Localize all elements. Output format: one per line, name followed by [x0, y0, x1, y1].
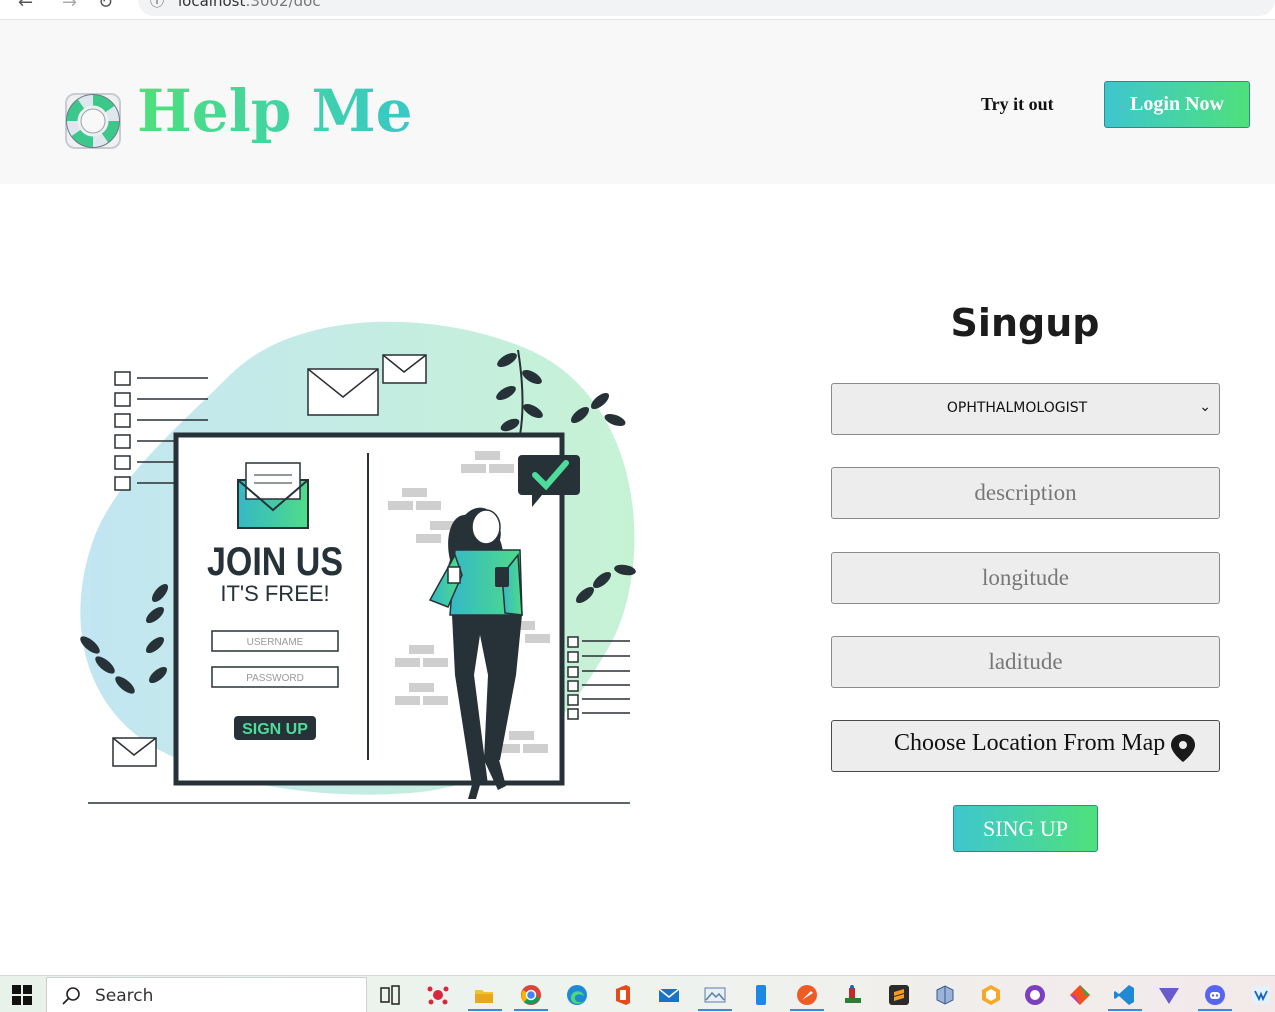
prism-icon[interactable] [1158, 984, 1180, 1006]
running-indicator [790, 1009, 824, 1011]
task-view-icon[interactable] [379, 984, 401, 1006]
phone-link-icon[interactable] [750, 984, 772, 1006]
board-envelope-icon [237, 462, 309, 529]
latitude-placeholder: laditude [988, 649, 1063, 674]
signup-title: Singup [950, 301, 1100, 345]
app-small-icon[interactable] [1250, 984, 1272, 1006]
sublime-text-icon[interactable] [888, 984, 910, 1006]
discord-icon[interactable] [1204, 984, 1226, 1006]
choose-location-button[interactable]: Choose Location From Map [831, 720, 1220, 772]
username-placeholder: USERNAME [247, 637, 304, 648]
lifebuoy-logo-icon[interactable] [62, 90, 124, 152]
edge-icon[interactable] [566, 984, 588, 1006]
site-header: Help Me Try it out Login Now [0, 20, 1275, 184]
app-figure-icon[interactable] [842, 984, 864, 1006]
running-indicator [1108, 1009, 1142, 1011]
taskbar-search-box[interactable]: Search [46, 977, 367, 1012]
running-indicator [468, 1009, 502, 1011]
chevron-down-icon: ⌄ [1199, 399, 1211, 415]
vscode-icon[interactable] [1113, 984, 1135, 1006]
brand-title[interactable]: Help Me [137, 76, 413, 146]
specialty-selected-value: OPHTHALMOLOGIST [946, 400, 1088, 416]
running-indicator [698, 1009, 732, 1011]
login-now-button[interactable]: Login Now [1104, 81, 1250, 128]
map-pin-icon [1171, 734, 1195, 762]
office-icon[interactable] [612, 984, 634, 1006]
search-icon [62, 987, 80, 1005]
photos-icon[interactable] [704, 984, 726, 1006]
longitude-placeholder: longitude [982, 565, 1069, 590]
specialty-select[interactable]: OPHTHALMOLOGIST ⌄ [831, 383, 1220, 435]
description-placeholder: description [974, 480, 1077, 505]
hexagon-app-icon[interactable] [980, 984, 1002, 1006]
signup-illustration: JOIN US IT'S FREE! USERNAME PASSWORD SIG… [80, 321, 636, 804]
github-desktop-icon[interactable] [1024, 984, 1046, 1006]
latitude-input[interactable]: laditude [831, 636, 1220, 688]
description-input[interactable]: description [831, 467, 1220, 519]
illustration-signup-text: SIGN UP [242, 721, 308, 738]
windows-taskbar: Search [0, 975, 1275, 1012]
mail-icon[interactable] [658, 984, 680, 1006]
url-text: localhost:3002/doc [178, 0, 321, 10]
try-it-out-link[interactable]: Try it out [981, 94, 1054, 115]
file-explorer-icon[interactable] [473, 984, 495, 1006]
chrome-icon[interactable] [520, 984, 542, 1006]
sing-up-button[interactable]: SING UP [953, 805, 1098, 852]
forward-icon[interactable]: → [62, 0, 77, 13]
join-us-text: JOIN US [207, 540, 343, 584]
windows-start-icon[interactable] [12, 985, 32, 1005]
back-icon[interactable]: ← [18, 0, 33, 13]
password-placeholder: PASSWORD [246, 673, 304, 684]
its-free-text: IT'S FREE! [220, 581, 329, 606]
url-path: :3002/doc [245, 0, 321, 10]
reload-icon[interactable]: ↻ [98, 0, 113, 13]
app-red-icon[interactable] [427, 984, 449, 1006]
taskbar-search-label: Search [95, 986, 154, 1006]
browser-address-bar: ← → ↻ ⓘ localhost:3002/doc [0, 0, 1275, 20]
choose-location-label: Choose Location From Map [894, 730, 1166, 756]
site-info-icon[interactable]: ⓘ [150, 0, 164, 11]
postman-icon[interactable] [796, 984, 818, 1006]
url-host: localhost [178, 0, 246, 10]
virtualbox-icon[interactable] [934, 984, 956, 1006]
running-indicator [514, 1009, 548, 1011]
longitude-input[interactable]: longitude [831, 552, 1220, 604]
git-icon[interactable] [1069, 984, 1091, 1006]
running-indicator [1198, 1009, 1232, 1011]
